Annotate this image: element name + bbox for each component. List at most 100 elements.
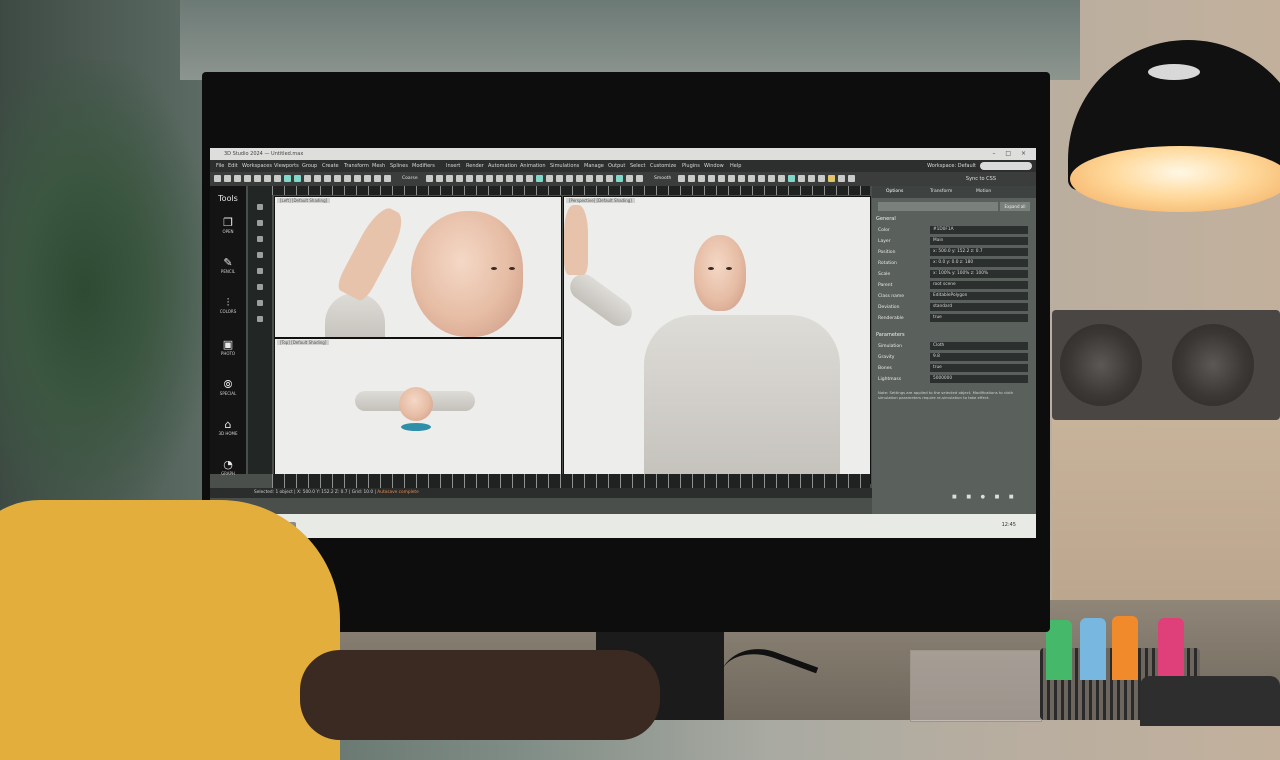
tool-icon[interactable] (546, 175, 553, 182)
menu-item[interactable]: Window (704, 163, 724, 169)
strip-icon[interactable] (257, 252, 263, 258)
tool-3d-home[interactable]: ⌂ 3D HOME (210, 418, 246, 436)
prop-value[interactable]: #1D0F1A (930, 226, 1028, 234)
prop-value[interactable]: Main (930, 237, 1028, 245)
tool-icon[interactable] (516, 175, 523, 182)
tool-icon[interactable] (486, 175, 493, 182)
tool-icon[interactable] (698, 175, 705, 182)
tool-icon[interactable] (284, 175, 291, 182)
menu-item[interactable]: Plugins (682, 163, 700, 169)
tool-icon[interactable] (586, 175, 593, 182)
tool-icon[interactable] (304, 175, 311, 182)
tool-colors[interactable]: ⫶ COLORS (210, 296, 246, 314)
tool-icon[interactable] (264, 175, 271, 182)
tool-icon[interactable] (768, 175, 775, 182)
strip-icon[interactable] (257, 204, 263, 210)
tool-icon[interactable] (708, 175, 715, 182)
tool-icon[interactable] (384, 175, 391, 182)
toolbar-label[interactable]: Smooth (654, 176, 671, 181)
tool-photo[interactable]: ▣ PHOTO (210, 338, 246, 356)
menu-item[interactable]: Insert (446, 163, 460, 169)
timeline-ruler-top[interactable] (272, 186, 870, 195)
tool-icon[interactable] (456, 175, 463, 182)
tool-icon[interactable] (506, 175, 513, 182)
menu-item[interactable]: Viewports (274, 163, 299, 169)
section-parameters[interactable]: Parameters (876, 332, 905, 338)
tool-icon[interactable] (788, 175, 795, 182)
tool-icon[interactable] (294, 175, 301, 182)
menu-item[interactable]: Simulations (550, 163, 579, 169)
tool-pencil[interactable]: ✎ PENCIL (210, 256, 246, 274)
tool-icon[interactable] (354, 175, 361, 182)
tool-icon[interactable] (818, 175, 825, 182)
menu-item[interactable]: Automation (488, 163, 517, 169)
tool-icon[interactable] (738, 175, 745, 182)
tool-icon[interactable] (324, 175, 331, 182)
prop-value[interactable]: 9.8 (930, 353, 1028, 361)
tab-options[interactable]: Options (886, 189, 903, 194)
panel-action-buttons[interactable]: ■ ■ ● ■ ■ (952, 494, 1018, 500)
strip-icon[interactable] (257, 220, 263, 226)
tool-icon[interactable] (314, 175, 321, 182)
tool-icon[interactable] (636, 175, 643, 182)
tool-icon[interactable] (718, 175, 725, 182)
tool-icon[interactable] (848, 175, 855, 182)
menu-item[interactable]: Edit (228, 163, 238, 169)
tool-icon[interactable] (244, 175, 251, 182)
tool-icon[interactable] (688, 175, 695, 182)
menu-item[interactable]: Splines (390, 163, 408, 169)
prop-value[interactable]: standard (930, 303, 1028, 311)
window-controls[interactable]: – □ × (992, 150, 1030, 157)
tool-icon[interactable] (426, 175, 433, 182)
tool-icon[interactable] (526, 175, 533, 182)
tool-icon[interactable] (446, 175, 453, 182)
tool-graph[interactable]: ◔ GRAPH (210, 458, 246, 476)
tool-icon[interactable] (476, 175, 483, 182)
toolbar-label[interactable]: Coarse (402, 176, 418, 181)
strip-icon[interactable] (257, 268, 263, 274)
menu-item[interactable]: Animation (520, 163, 546, 169)
prop-value[interactable]: Cloth (930, 342, 1028, 350)
menu-item[interactable]: Group (302, 163, 317, 169)
tool-icon[interactable] (536, 175, 543, 182)
tool-open[interactable]: ❐ OPEN (210, 216, 246, 234)
tool-special[interactable]: ⦾ SPECIAL (210, 378, 246, 396)
menu-item[interactable]: Modifiers (412, 163, 435, 169)
menu-item[interactable]: Mesh (372, 163, 385, 169)
menu-item[interactable]: Output (608, 163, 625, 169)
tool-icon[interactable] (234, 175, 241, 182)
tool-icon[interactable] (374, 175, 381, 182)
tool-icon[interactable] (364, 175, 371, 182)
tool-icon[interactable] (254, 175, 261, 182)
tool-icon[interactable] (344, 175, 351, 182)
tab-motion[interactable]: Motion (976, 189, 991, 194)
tool-icon[interactable] (606, 175, 613, 182)
viewport-perspective[interactable]: [Perspective] [Default Shading] (563, 196, 871, 484)
tool-icon[interactable] (566, 175, 573, 182)
panel-search-input[interactable] (878, 202, 998, 211)
prop-value[interactable]: EditablePolygon (930, 292, 1028, 300)
menu-item[interactable]: Select (630, 163, 645, 169)
tool-icon[interactable] (616, 175, 623, 182)
strip-icon[interactable] (257, 316, 263, 322)
expand-all-button[interactable]: Expand all (1000, 202, 1030, 211)
workspace-selector[interactable]: Workspace: Default (927, 163, 976, 169)
tool-icon[interactable] (838, 175, 845, 182)
tool-icon[interactable] (798, 175, 805, 182)
tool-icon[interactable] (808, 175, 815, 182)
sync-button[interactable]: Sync to CSS (966, 176, 996, 182)
tool-icon[interactable] (828, 175, 835, 182)
tool-icon[interactable] (334, 175, 341, 182)
menu-item[interactable]: Customize (650, 163, 676, 169)
tool-icon[interactable] (274, 175, 281, 182)
prop-value[interactable]: true (930, 364, 1028, 372)
viewport-top[interactable]: [Top] [Default Shading] (274, 338, 562, 476)
tool-icon[interactable] (728, 175, 735, 182)
prop-value[interactable]: x: 0.0 y: 0.0 z: 180 (930, 259, 1028, 267)
tool-icon[interactable] (596, 175, 603, 182)
prop-value[interactable]: x: 500.0 y: 152.2 z: 0.7 (930, 248, 1028, 256)
viewport-left[interactable]: [Left] [Default Shading] (274, 196, 562, 338)
menu-item[interactable]: Help (730, 163, 741, 169)
section-general[interactable]: General (876, 216, 896, 222)
tool-icon[interactable] (778, 175, 785, 182)
